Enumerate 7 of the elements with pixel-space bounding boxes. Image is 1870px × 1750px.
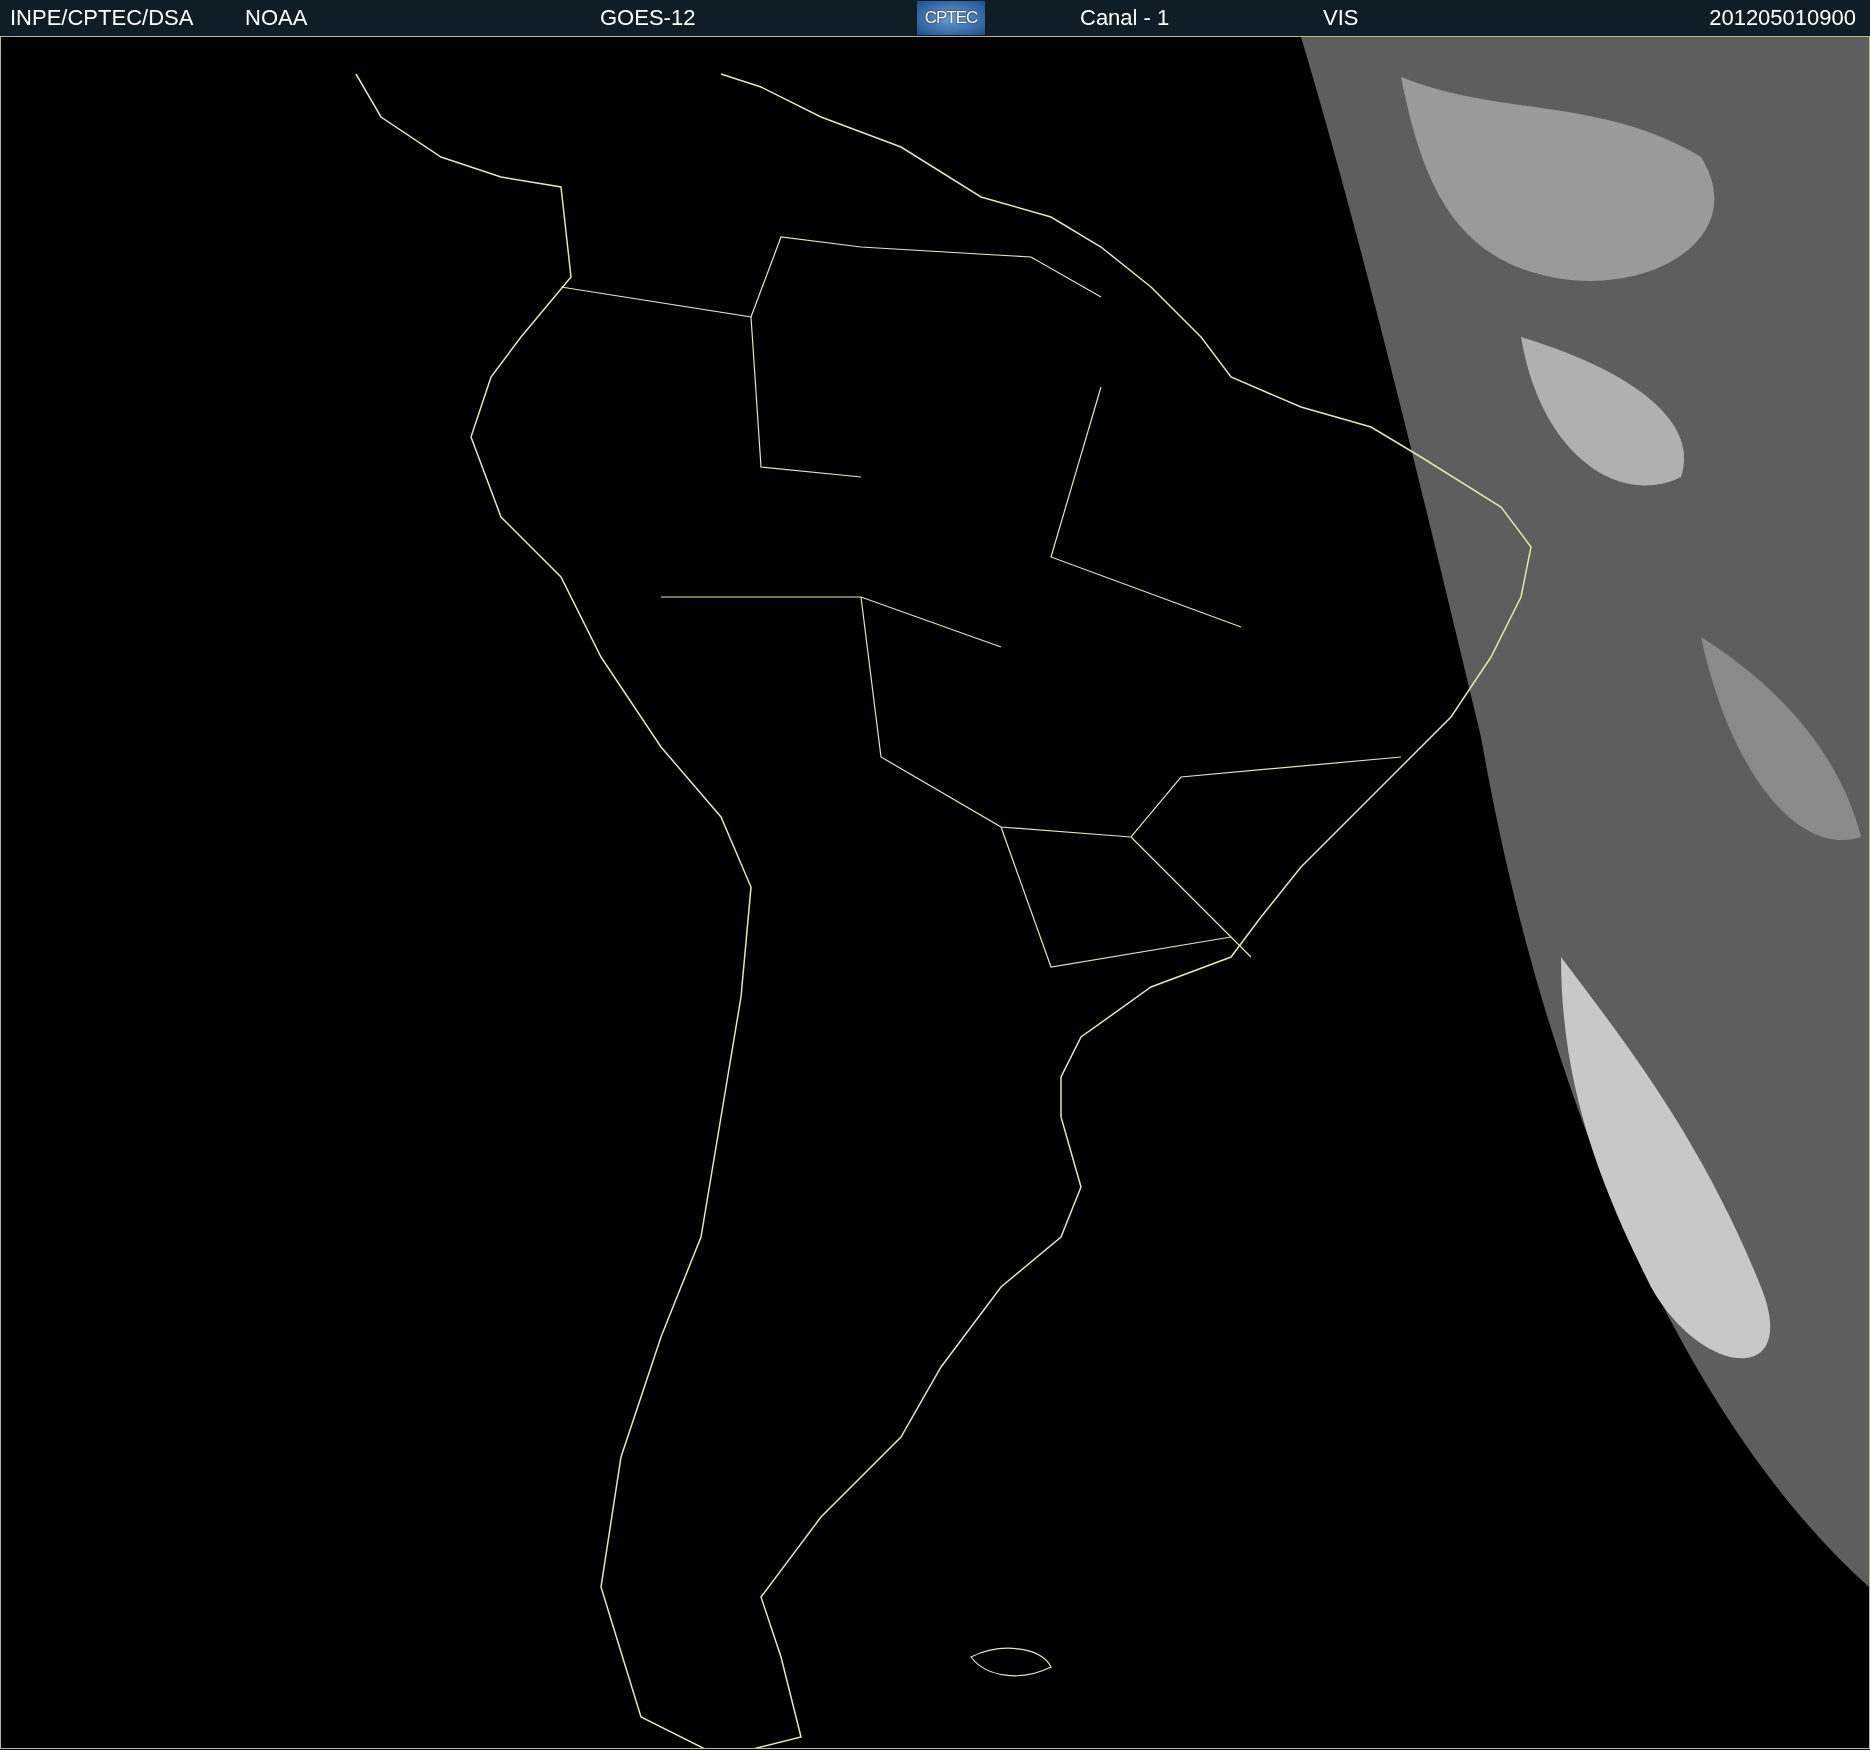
agency-label: NOAA [245, 5, 308, 31]
channel-label: Canal - 1 [1080, 5, 1170, 31]
logo: CPTEC [917, 1, 985, 35]
timestamp-label: 201205010900 [1709, 5, 1856, 31]
band-label: VIS [1323, 5, 1359, 31]
source-label: INPE/CPTEC/DSA [10, 5, 194, 31]
satellite-label: GOES-12 [600, 5, 696, 31]
